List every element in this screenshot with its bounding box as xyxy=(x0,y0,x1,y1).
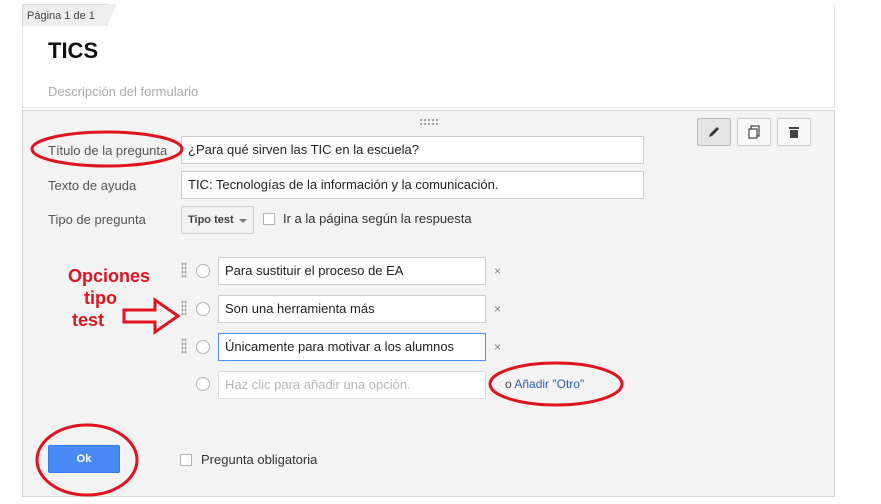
option-input[interactable]: Únicamente para motivar a los alumnos xyxy=(218,333,486,361)
add-other-link[interactable]: Añadir "Otro" xyxy=(514,377,584,391)
annotation-line: test xyxy=(72,310,105,330)
help-text-input[interactable]: TIC: Tecnologías de la información y la … xyxy=(181,171,644,199)
or-text: o xyxy=(505,377,512,391)
chevron-down-icon xyxy=(239,219,247,223)
page-indicator: Página 1 de 1 xyxy=(22,4,117,26)
form-title[interactable]: TICS xyxy=(48,38,98,64)
trash-icon xyxy=(789,127,799,138)
ok-button[interactable]: Ok xyxy=(48,445,120,473)
annotation-line: Opciones xyxy=(68,266,151,286)
option-drag-handle-icon[interactable] xyxy=(181,300,187,316)
required-label: Pregunta obligatoria xyxy=(201,452,318,467)
duplicate-icon xyxy=(748,125,760,139)
new-option-radio xyxy=(196,377,210,391)
edit-button[interactable] xyxy=(697,118,731,146)
required-checkbox[interactable] xyxy=(180,454,192,466)
remove-option-icon[interactable]: × xyxy=(494,302,501,316)
add-other-container: o Añadir "Otro" xyxy=(505,377,584,391)
annotation-line: tipo xyxy=(84,288,117,308)
question-title-input[interactable]: ¿Para qué sirven las TIC en la escuela? xyxy=(181,136,644,164)
duplicate-button[interactable] xyxy=(737,118,771,146)
remove-option-icon[interactable]: × xyxy=(494,340,501,354)
option-input[interactable]: Para sustituir el proceso de EA xyxy=(218,257,486,285)
question-title-label: Título de la pregunta xyxy=(48,143,168,158)
form-description[interactable]: Descripción del formulario xyxy=(48,84,198,99)
question-type-label: Tipo de pregunta xyxy=(48,212,146,227)
option-drag-handle-icon[interactable] xyxy=(181,262,187,278)
add-option-input[interactable]: Haz clic para añadir una opción. xyxy=(218,371,486,399)
option-input[interactable]: Son una herramienta más xyxy=(218,295,486,323)
annotation-text: Opciones tipo test xyxy=(68,265,178,331)
help-text-label: Texto de ayuda xyxy=(48,178,137,193)
question-type-select[interactable]: Tipo test xyxy=(181,206,254,234)
option-radio xyxy=(196,302,210,316)
option-drag-handle-icon[interactable] xyxy=(181,338,187,354)
drag-handle-icon[interactable] xyxy=(419,118,439,126)
remove-option-icon[interactable]: × xyxy=(494,264,501,278)
go-to-page-checkbox[interactable] xyxy=(263,213,275,225)
option-radio xyxy=(196,340,210,354)
pencil-icon xyxy=(709,127,719,137)
question-type-value: Tipo test xyxy=(188,214,234,226)
option-radio xyxy=(196,264,210,278)
delete-button[interactable] xyxy=(777,118,811,146)
go-to-page-label: Ir a la página según la respuesta xyxy=(283,211,472,226)
